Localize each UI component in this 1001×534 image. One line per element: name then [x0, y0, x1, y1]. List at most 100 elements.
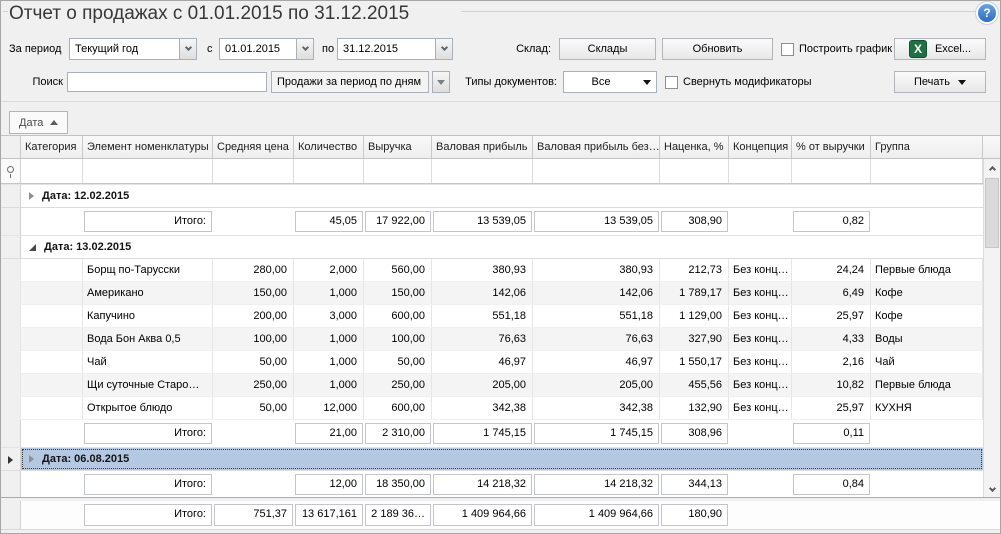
group-row[interactable]: Дата: 13.02.2015	[1, 235, 983, 259]
cell-name[interactable]: Капучино	[83, 305, 213, 328]
column-header-gross[interactable]: Валовая прибыль	[432, 136, 533, 158]
column-header-price[interactable]: Средняя цена	[213, 136, 294, 158]
cell-gross[interactable]: 380,93	[432, 259, 533, 282]
cell-pct[interactable]: 24,24	[792, 259, 871, 282]
cell-gross2[interactable]: 142,06	[533, 282, 660, 305]
column-header-qty[interactable]: Количество	[294, 136, 364, 158]
search-input[interactable]	[67, 72, 267, 92]
build-chart-checkbox[interactable]: Построить график	[781, 38, 892, 60]
dropdown-arrow-icon[interactable]	[432, 71, 450, 93]
cell-concept[interactable]: Без конц…	[729, 282, 792, 305]
chevron-down-icon[interactable]	[435, 39, 452, 59]
collapse-modifiers-checkbox[interactable]: Свернуть модификаторы	[665, 71, 811, 93]
date-to-combobox[interactable]: 31.12.2015	[337, 38, 453, 60]
table-row[interactable]: Капучино200,003,000600,00551,18551,181 1…	[1, 305, 983, 328]
scroll-down-button[interactable]	[984, 481, 1000, 498]
filter-cell-qty[interactable]	[294, 159, 364, 183]
cell-qty[interactable]: 3,000	[294, 305, 364, 328]
cell-gross2[interactable]: 380,93	[533, 259, 660, 282]
filter-cell-concept[interactable]	[729, 159, 792, 183]
dropdown-arrow-icon[interactable]	[638, 72, 656, 92]
cell-rev[interactable]: 150,00	[364, 282, 432, 305]
column-header-name[interactable]: Элемент номенклатуры	[83, 136, 213, 158]
cell-rev[interactable]: 100,00	[364, 328, 432, 351]
cell-markup[interactable]: 455,56	[660, 374, 729, 397]
period-combobox[interactable]: Текущий год	[69, 38, 197, 60]
print-button[interactable]: Печать	[894, 71, 986, 93]
group-row[interactable]: Дата: 12.02.2015	[1, 184, 983, 208]
column-header-markup[interactable]: Наценка, %	[660, 136, 729, 158]
cell-cat[interactable]	[21, 374, 83, 397]
cell-concept[interactable]: Без конц…	[729, 259, 792, 282]
group-row[interactable]: Дата: 06.08.2015	[1, 447, 983, 471]
table-row[interactable]: Вода Бон Аква 0,5100,001,000100,0076,637…	[1, 328, 983, 351]
cell-concept[interactable]: Без конц…	[729, 374, 792, 397]
expand-icon[interactable]	[29, 192, 34, 200]
table-row[interactable]: Щи суточные Старо…250,001,000250,00205,0…	[1, 374, 983, 397]
view-mode-combobox[interactable]: Продажи за период по дням	[271, 71, 450, 93]
cell-name[interactable]: Борщ по-Тарусски	[83, 259, 213, 282]
column-header-cat[interactable]: Категория	[21, 136, 83, 158]
cell-price[interactable]: 250,00	[213, 374, 294, 397]
cell-gross[interactable]: 551,18	[432, 305, 533, 328]
filter-cell-grp[interactable]	[871, 159, 983, 183]
filter-cell-gross2[interactable]	[533, 159, 660, 183]
cell-cat[interactable]	[21, 397, 83, 420]
excel-button[interactable]: X Excel...	[894, 38, 986, 60]
filter-cell-price[interactable]	[213, 159, 294, 183]
cell-qty[interactable]: 1,000	[294, 328, 364, 351]
cell-price[interactable]: 280,00	[213, 259, 294, 282]
refresh-button[interactable]: Обновить	[662, 38, 773, 60]
cell-pct[interactable]: 2,16	[792, 351, 871, 374]
table-row[interactable]: Борщ по-Тарусски280,002,000560,00380,933…	[1, 259, 983, 282]
filter-cell-name[interactable]	[83, 159, 213, 183]
cell-price[interactable]: 150,00	[213, 282, 294, 305]
cell-markup[interactable]: 132,90	[660, 397, 729, 420]
cell-markup[interactable]: 212,73	[660, 259, 729, 282]
cell-price[interactable]: 50,00	[213, 397, 294, 420]
date-from-combobox[interactable]: 01.01.2015	[219, 38, 314, 60]
filter-cell-cat[interactable]	[21, 159, 83, 183]
cell-concept[interactable]: Без конц…	[729, 397, 792, 420]
column-header-gross2[interactable]: Валовая прибыль без…	[533, 136, 660, 158]
cell-markup[interactable]: 1 129,00	[660, 305, 729, 328]
cell-concept[interactable]: Без конц…	[729, 328, 792, 351]
cell-rev[interactable]: 600,00	[364, 397, 432, 420]
cell-markup[interactable]: 1 789,17	[660, 282, 729, 305]
stores-button[interactable]: Склады	[559, 38, 656, 60]
cell-price[interactable]: 200,00	[213, 305, 294, 328]
cell-gross2[interactable]: 342,38	[533, 397, 660, 420]
cell-cat[interactable]	[21, 259, 83, 282]
cell-gross[interactable]: 142,06	[432, 282, 533, 305]
cell-cat[interactable]	[21, 351, 83, 374]
cell-grp[interactable]: Воды	[871, 328, 983, 351]
cell-price[interactable]: 50,00	[213, 351, 294, 374]
cell-grp[interactable]: КУХНЯ	[871, 397, 983, 420]
collapse-icon[interactable]	[29, 244, 36, 251]
cell-gross[interactable]: 76,63	[432, 328, 533, 351]
cell-price[interactable]: 100,00	[213, 328, 294, 351]
group-by-date-button[interactable]: Дата	[9, 111, 68, 134]
cell-pct[interactable]: 25,97	[792, 305, 871, 328]
cell-gross2[interactable]: 76,63	[533, 328, 660, 351]
cell-grp[interactable]: Кофе	[871, 305, 983, 328]
cell-concept[interactable]: Без конц…	[729, 351, 792, 374]
scrollbar-thumb[interactable]	[985, 178, 999, 248]
cell-name[interactable]: Открытое блюдо	[83, 397, 213, 420]
filter-cell-rev[interactable]	[364, 159, 432, 183]
table-row[interactable]: Открытое блюдо50,0012,000600,00342,38342…	[1, 397, 983, 420]
filter-cell-gross[interactable]	[432, 159, 533, 183]
cell-markup[interactable]: 327,90	[660, 328, 729, 351]
cell-qty[interactable]: 2,000	[294, 259, 364, 282]
column-header-concept[interactable]: Концепция	[729, 136, 792, 158]
column-header-pct[interactable]: % от выручки	[792, 136, 871, 158]
table-row[interactable]: Чай50,001,00050,0046,9746,971 550,17Без …	[1, 351, 983, 374]
cell-pct[interactable]: 6,49	[792, 282, 871, 305]
cell-name[interactable]: Вода Бон Аква 0,5	[83, 328, 213, 351]
cell-grp[interactable]: Кофе	[871, 282, 983, 305]
filter-cell-pct[interactable]	[792, 159, 871, 183]
cell-rev[interactable]: 600,00	[364, 305, 432, 328]
checkbox-box[interactable]	[665, 76, 678, 89]
cell-cat[interactable]	[21, 282, 83, 305]
cell-qty[interactable]: 1,000	[294, 374, 364, 397]
